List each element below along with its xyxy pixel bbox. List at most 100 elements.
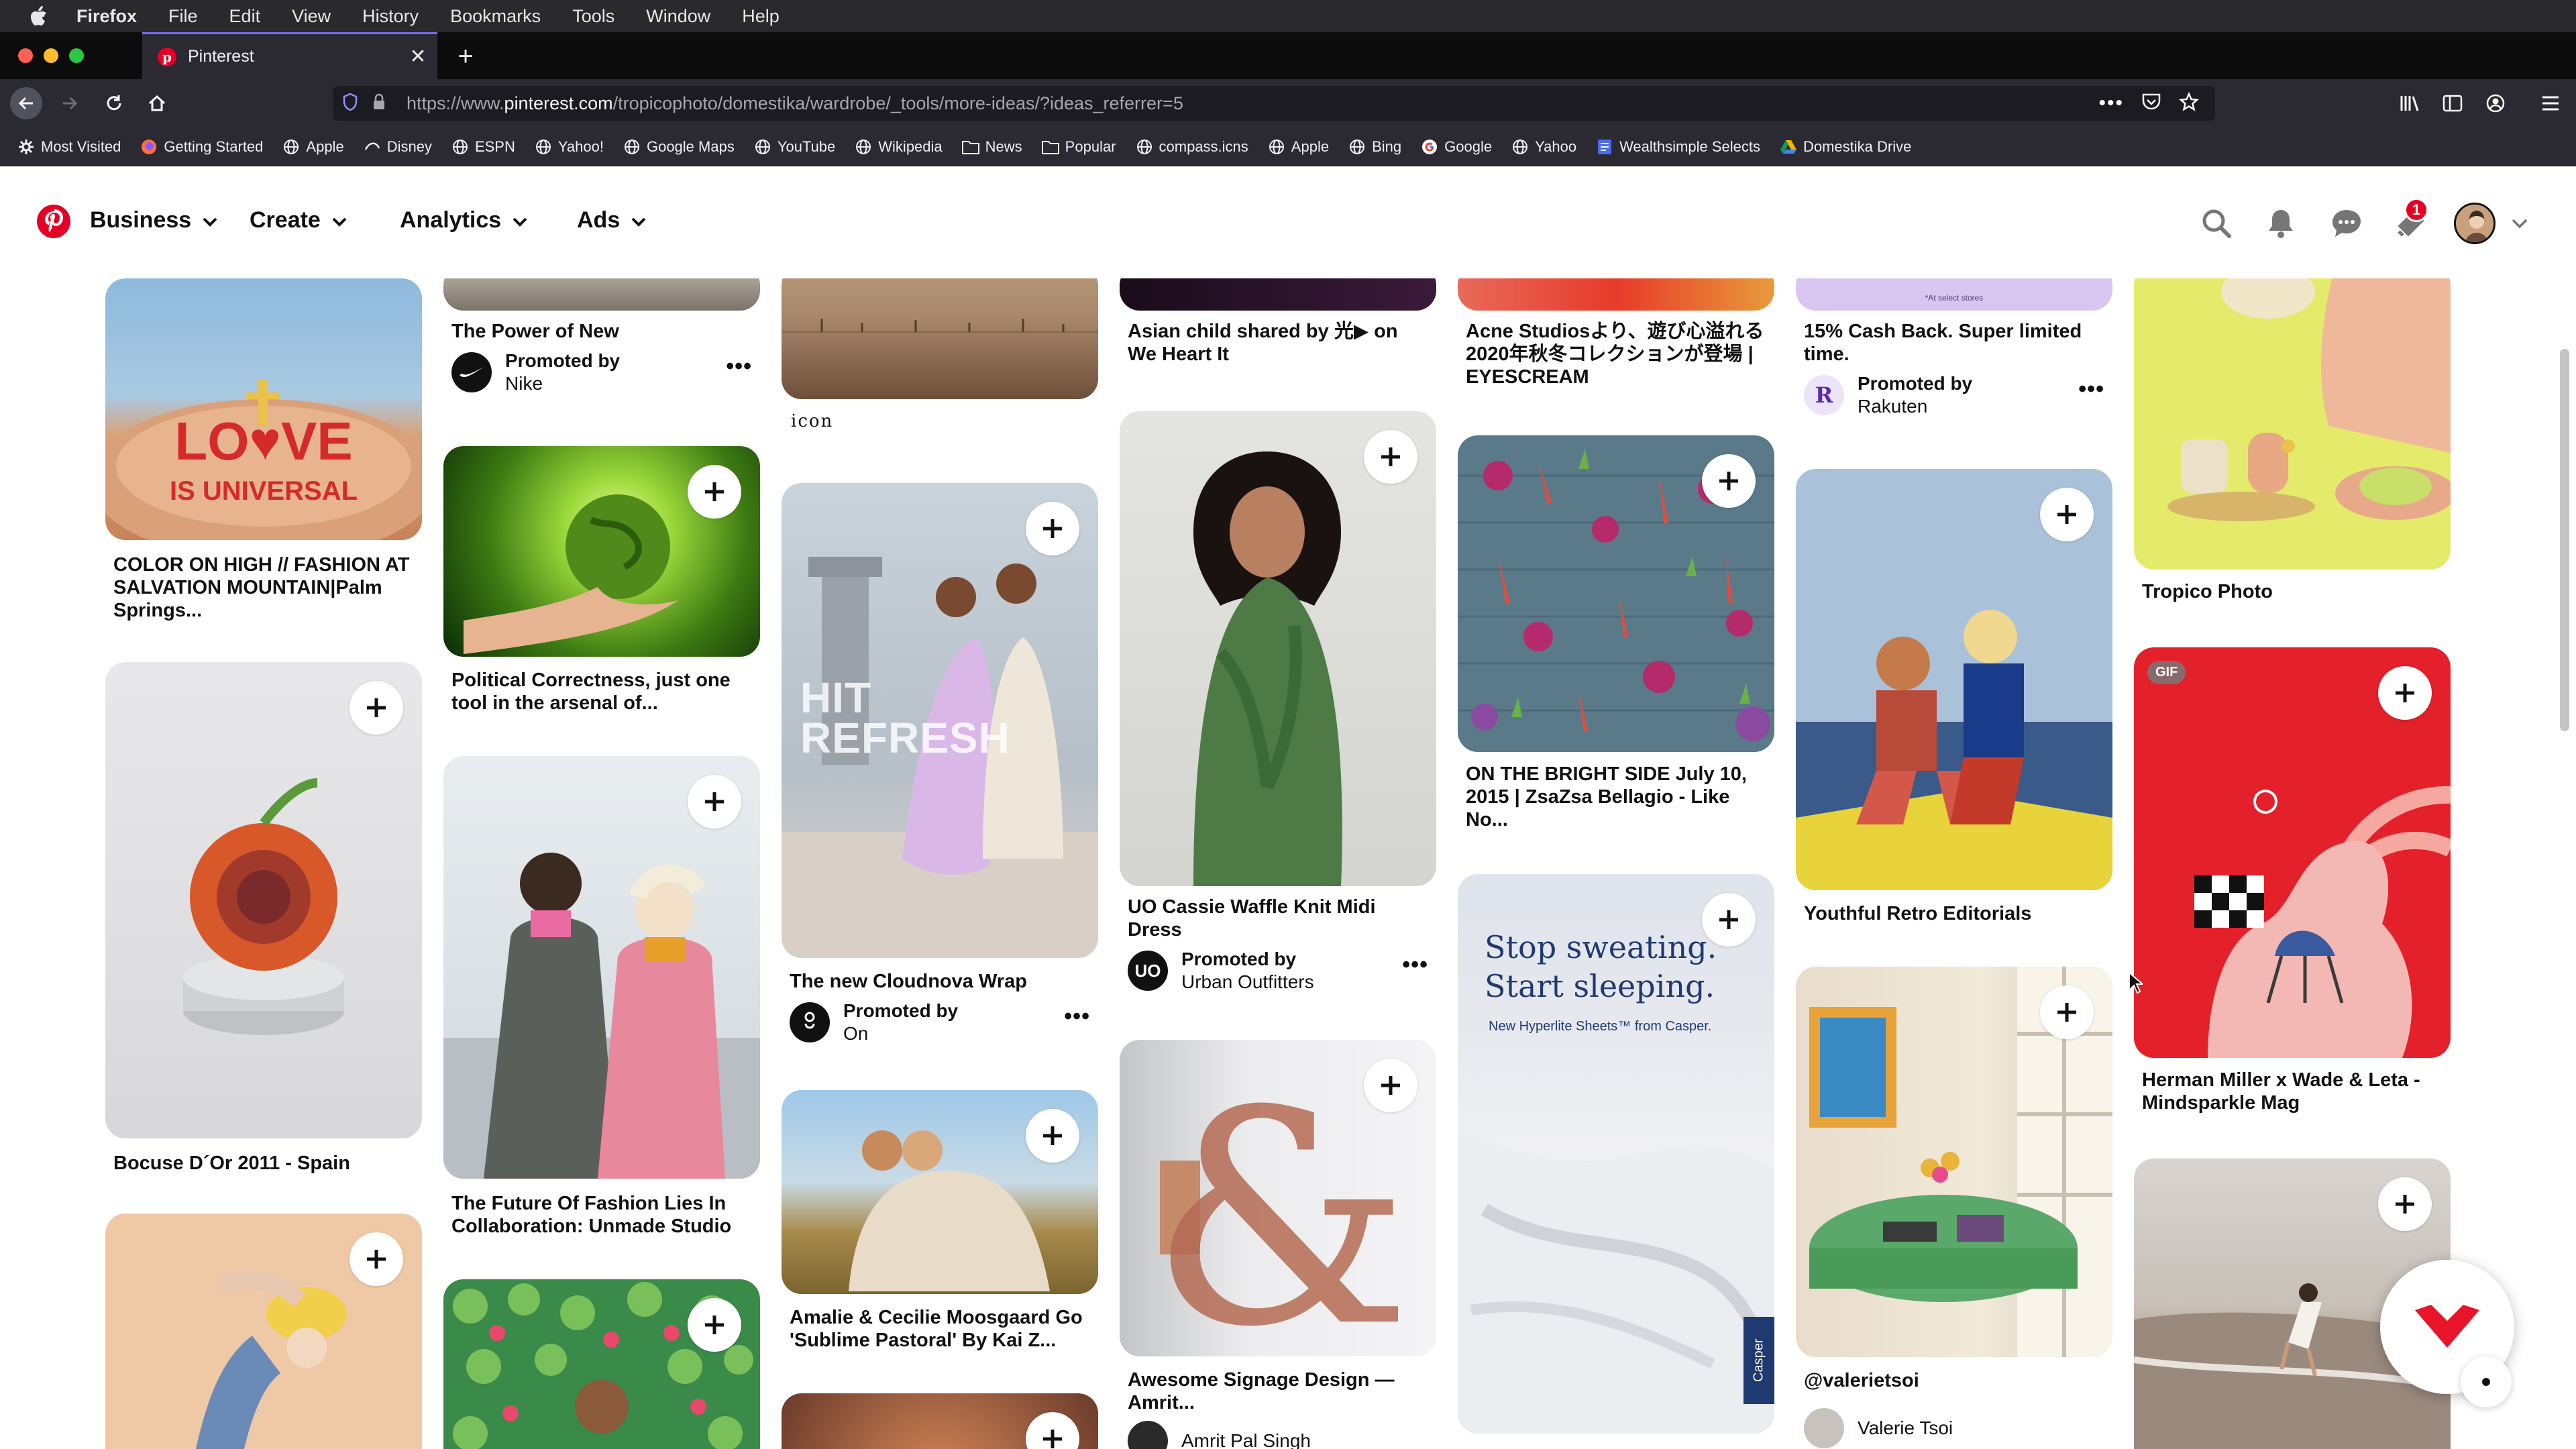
promoted-by[interactable]: Promoted by Nike xyxy=(451,350,620,395)
pin-image[interactable] xyxy=(105,662,422,1138)
pin-title[interactable]: ON THE BRIGHT SIDE July 10, 2015 | ZsaZs… xyxy=(1466,763,1768,831)
pin-image[interactable]: *At select stores xyxy=(1796,278,2112,311)
avatar[interactable] xyxy=(2454,203,2496,244)
new-tab-button[interactable]: + xyxy=(449,40,482,72)
pin-title[interactable]: Herman Miller x Wade & Leta - Mindsparkl… xyxy=(2142,1069,2444,1114)
save-pin-button[interactable] xyxy=(2378,1177,2432,1231)
pin-image[interactable] xyxy=(105,1214,422,1449)
pin-title[interactable]: The new Cloudnova Wrap xyxy=(790,970,1091,993)
pocket-icon[interactable] xyxy=(2141,93,2161,115)
home-button[interactable] xyxy=(141,87,173,119)
promoted-by[interactable]: R Promoted by Rakuten xyxy=(1804,372,1972,418)
pin-title[interactable]: Bocuse D´Or 2011 - Spain xyxy=(113,1152,415,1175)
pin-image[interactable] xyxy=(443,278,760,311)
pin-title[interactable]: @valerietsoi xyxy=(1804,1369,2106,1392)
pin-image[interactable] xyxy=(2134,278,2451,570)
bookmark-apple[interactable]: Apple xyxy=(282,138,344,156)
save-pin-button[interactable] xyxy=(2378,666,2432,720)
bookmark-domestika-drive[interactable]: Domestika Drive xyxy=(1780,138,1911,156)
pin-title[interactable]: Youthful Retro Editorials xyxy=(1804,902,2106,925)
bookmark-most-visited[interactable]: Most Visited xyxy=(17,138,121,156)
pin-image[interactable] xyxy=(782,1090,1098,1294)
promoted-by[interactable]: Promoted by On xyxy=(790,1000,958,1045)
pin-caption[interactable]: icon xyxy=(791,411,833,431)
bookmark-apple[interactable]: Apple xyxy=(1268,138,1329,156)
tracking-shield-icon[interactable] xyxy=(342,93,362,115)
search-icon[interactable] xyxy=(2199,206,2234,241)
pin-image[interactable] xyxy=(1796,967,2112,1357)
account-chevron-down-icon[interactable] xyxy=(2506,206,2533,241)
business-menu[interactable]: Business xyxy=(90,207,218,233)
bookmark-wealthsimple-selects[interactable]: Wealthsimple Selects xyxy=(1596,138,1760,156)
pin-image[interactable]: GIF xyxy=(2134,647,2451,1058)
back-button[interactable] xyxy=(10,87,42,119)
pinterest-logo-icon[interactable] xyxy=(36,204,71,239)
menu-help[interactable]: Help xyxy=(742,6,780,27)
pin-image[interactable] xyxy=(443,756,760,1179)
analytics-menu[interactable]: Analytics xyxy=(400,207,528,233)
help-button[interactable] xyxy=(2461,1356,2512,1407)
save-pin-button[interactable] xyxy=(1702,454,1756,508)
more-options-icon[interactable]: ••• xyxy=(2078,376,2104,402)
apple-icon[interactable] xyxy=(25,6,52,26)
bookmark-disney[interactable]: Disney xyxy=(364,138,432,156)
window-minimize-button[interactable] xyxy=(44,48,58,63)
create-menu[interactable]: Create xyxy=(250,207,347,233)
pin-image[interactable] xyxy=(782,1393,1098,1449)
menu-bookmarks[interactable]: Bookmarks xyxy=(450,6,541,27)
pin-image[interactable]: & xyxy=(1120,1040,1436,1356)
save-pin-button[interactable] xyxy=(350,1232,403,1286)
messages-icon[interactable] xyxy=(2329,206,2364,241)
bookmark-getting-started[interactable]: Getting Started xyxy=(140,138,263,156)
bookmark-yahoo[interactable]: Yahoo xyxy=(1511,138,1576,156)
page-scrollbar[interactable] xyxy=(2560,349,2569,731)
more-options-icon[interactable]: ••• xyxy=(1402,952,1428,978)
save-pin-button[interactable] xyxy=(2040,985,2094,1039)
save-pin-button[interactable] xyxy=(1702,893,1756,947)
save-pin-button[interactable] xyxy=(688,1298,741,1352)
bookmark-yahoo[interactable]: Yahoo! xyxy=(535,138,604,156)
tab-close-icon[interactable]: ✕ xyxy=(404,43,432,71)
bookmark-star-icon[interactable] xyxy=(2178,91,2200,115)
save-pin-button[interactable] xyxy=(1364,1059,1417,1112)
reload-button[interactable] xyxy=(98,87,130,119)
url-text[interactable]: https://www.pinterest.com/tropicophoto/d… xyxy=(407,93,2098,114)
menu-view[interactable]: View xyxy=(292,6,331,27)
save-pin-button[interactable] xyxy=(1026,502,1079,555)
pin-title[interactable]: COLOR ON HIGH // FASHION AT SALVATION MO… xyxy=(113,553,415,622)
pin-title[interactable]: 15% Cash Back. Super limited time. xyxy=(1804,320,2106,366)
forward-button[interactable] xyxy=(54,87,86,119)
pin-image[interactable] xyxy=(1458,278,1774,311)
library-icon[interactable] xyxy=(2394,87,2426,119)
lock-icon[interactable] xyxy=(372,93,392,114)
pin-image[interactable] xyxy=(1120,411,1436,886)
pin-title[interactable]: Acne Studiosより、遊び心溢れる2020年秋冬コレクションが登場 | … xyxy=(1466,320,1768,388)
promoted-by[interactable]: UO Promoted by Urban Outfitters xyxy=(1128,948,1314,994)
menu-edit[interactable]: Edit xyxy=(229,6,261,27)
save-pin-button[interactable] xyxy=(2040,488,2094,541)
pin-image[interactable] xyxy=(443,1279,760,1449)
menu-window[interactable]: Window xyxy=(646,6,710,27)
menu-app-firefox[interactable]: Firefox xyxy=(76,6,137,27)
account-icon[interactable] xyxy=(2479,87,2512,119)
bookmark-espn[interactable]: ESPN xyxy=(451,138,515,156)
bookmark-wikipedia[interactable]: Wikipedia xyxy=(855,138,943,156)
bookmark-bing[interactable]: Bing xyxy=(1348,138,1401,156)
page-actions-icon[interactable]: ••• xyxy=(2098,92,2124,115)
bookmark-youtube[interactable]: YouTube xyxy=(754,138,835,156)
pin-title[interactable]: UO Cassie Waffle Knit Midi Dress xyxy=(1128,896,1430,941)
more-options-icon[interactable]: ••• xyxy=(1064,1004,1090,1030)
pin-title[interactable]: The Future Of Fashion Lies In Collaborat… xyxy=(451,1192,753,1238)
bookmark-compass-icns[interactable]: compass.icns xyxy=(1136,138,1248,156)
url-bar[interactable]: https://www.pinterest.com/tropicophoto/d… xyxy=(333,86,2215,121)
pin-image[interactable]: LO♥VE IS UNIVERSAL xyxy=(105,278,422,540)
pin-author[interactable]: Amrit Pal Singh xyxy=(1128,1421,1311,1449)
menu-file[interactable]: File xyxy=(168,6,198,27)
notifications-bell-icon[interactable] xyxy=(2263,206,2298,241)
save-pin-button[interactable] xyxy=(688,465,741,519)
save-pin-button[interactable] xyxy=(688,775,741,828)
pin-image[interactable]: Stop sweating. Start sleeping. New Hyperl… xyxy=(1458,874,1774,1434)
more-options-icon[interactable]: ••• xyxy=(726,354,752,380)
save-pin-button[interactable] xyxy=(1364,430,1417,484)
pin-image[interactable]: HIT REFRESH xyxy=(782,483,1098,958)
